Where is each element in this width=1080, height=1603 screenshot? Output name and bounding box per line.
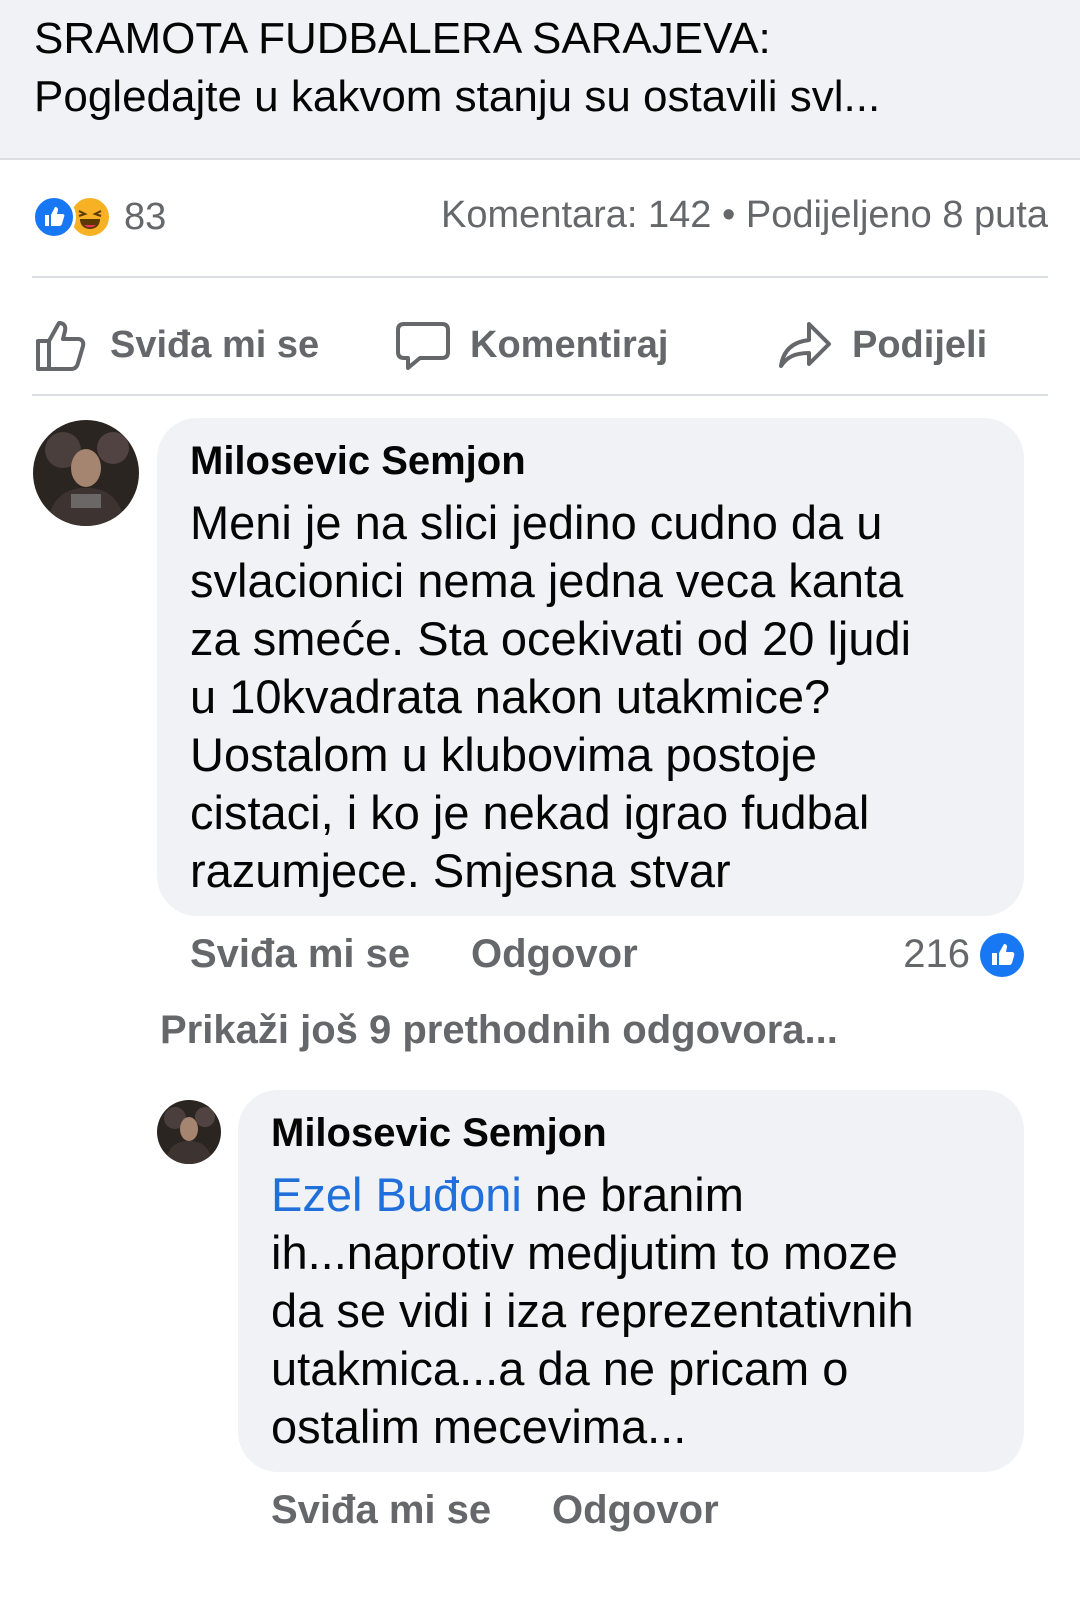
post-header[interactable]: SRAMOTA FUDBALERA SARAJEVA: Pogledajte u… bbox=[0, 0, 1080, 160]
comment-text-line: Meni je na slici jedino cudno da u bbox=[190, 496, 883, 549]
comment-button-label: Komentiraj bbox=[470, 323, 669, 366]
reply-text-line: Ezel Buđoni ne branim bbox=[271, 1166, 914, 1224]
reactions-summary[interactable]: 83 bbox=[32, 194, 166, 240]
like-reaction-icon bbox=[980, 932, 1024, 977]
avatar[interactable] bbox=[33, 420, 139, 526]
comment-like-button[interactable]: Sviđa mi se bbox=[190, 932, 410, 977]
view-more-replies-link[interactable]: Prikaži još 9 prethodnih odgovora... bbox=[160, 1008, 838, 1053]
divider bbox=[32, 394, 1048, 396]
comment-bubble-icon bbox=[394, 316, 452, 374]
like-reaction-icon bbox=[32, 195, 76, 239]
share-arrow-icon bbox=[776, 316, 834, 374]
comment-bubble[interactable]: Milosevic Semjon Meni je na slici jedino… bbox=[157, 418, 1024, 916]
post-title-line: SRAMOTA FUDBALERA SARAJEVA: bbox=[34, 14, 771, 63]
comment-text-line: za smeće. Sta ocekivati od 20 ljudi bbox=[190, 612, 912, 665]
reply-text-line: da se vidi i iza reprezentativnih bbox=[271, 1284, 914, 1337]
reply-author[interactable]: Milosevic Semjon bbox=[271, 1108, 607, 1158]
thumbs-up-icon bbox=[32, 315, 92, 375]
comments-shares-summary[interactable]: Komentara: 142 • Podijeljeno 8 puta bbox=[441, 194, 1048, 237]
comment-author[interactable]: Milosevic Semjon bbox=[190, 436, 526, 486]
post-title[interactable]: SRAMOTA FUDBALERA SARAJEVA: Pogledajte u… bbox=[34, 10, 1044, 126]
reply-bubble[interactable]: Milosevic Semjon Ezel Buđoni ne branim i… bbox=[238, 1090, 1024, 1472]
comment-text-line: Uostalom u klubovima postoje bbox=[190, 728, 817, 781]
comment-text-line: u 10kvadrata nakon utakmice? bbox=[190, 670, 831, 723]
post-action-bar: Sviđa mi se Komentiraj Podijeli bbox=[32, 300, 1048, 390]
reply-text: Ezel Buđoni ne branim ih...naprotiv medj… bbox=[271, 1166, 914, 1456]
share-button[interactable]: Podijeli bbox=[776, 310, 987, 380]
reply-reply-button[interactable]: Odgovor bbox=[552, 1488, 719, 1533]
post-stats: 83 Komentara: 142 • Podijeljeno 8 puta bbox=[32, 188, 1048, 246]
comment-like-count-value: 216 bbox=[903, 932, 970, 976]
reply-like-button[interactable]: Sviđa mi se bbox=[271, 1488, 491, 1533]
comment-text-line: svlacionici nema jedna veca kanta bbox=[190, 554, 904, 607]
avatar[interactable] bbox=[157, 1100, 221, 1164]
like-button[interactable]: Sviđa mi se bbox=[32, 310, 319, 380]
like-button-label: Sviđa mi se bbox=[110, 323, 320, 366]
comment-button[interactable]: Komentiraj bbox=[394, 310, 668, 380]
mention-link[interactable]: Ezel Buđoni bbox=[271, 1168, 522, 1221]
comment-like-count[interactable]: 216 bbox=[903, 932, 1024, 977]
share-button-label: Podijeli bbox=[852, 323, 988, 366]
reply-text-line: ih...naprotiv medjutim to moze bbox=[271, 1226, 898, 1279]
reply-text-line: ostalim mecevima... bbox=[271, 1400, 687, 1453]
reply-text-line: utakmica...a da ne pricam o bbox=[271, 1342, 849, 1395]
reply-text-fragment: ne branim bbox=[521, 1168, 744, 1221]
comment-reply-button[interactable]: Odgovor bbox=[471, 932, 638, 977]
reaction-count: 83 bbox=[124, 195, 167, 238]
divider bbox=[32, 276, 1048, 278]
comment-text-line: cistaci, i ko je nekad igrao fudbal bbox=[190, 786, 870, 839]
post-title-line: Pogledajte u kakvom stanju su ostavili s… bbox=[34, 72, 881, 121]
comment-text-line: razumjece. Smjesna stvar bbox=[190, 844, 731, 897]
comment-actions: Sviđa mi se Odgovor 216 bbox=[190, 932, 1024, 982]
reply-actions: Sviđa mi se Odgovor bbox=[271, 1488, 871, 1538]
comment-text: Meni je na slici jedino cudno da u svlac… bbox=[190, 494, 911, 900]
